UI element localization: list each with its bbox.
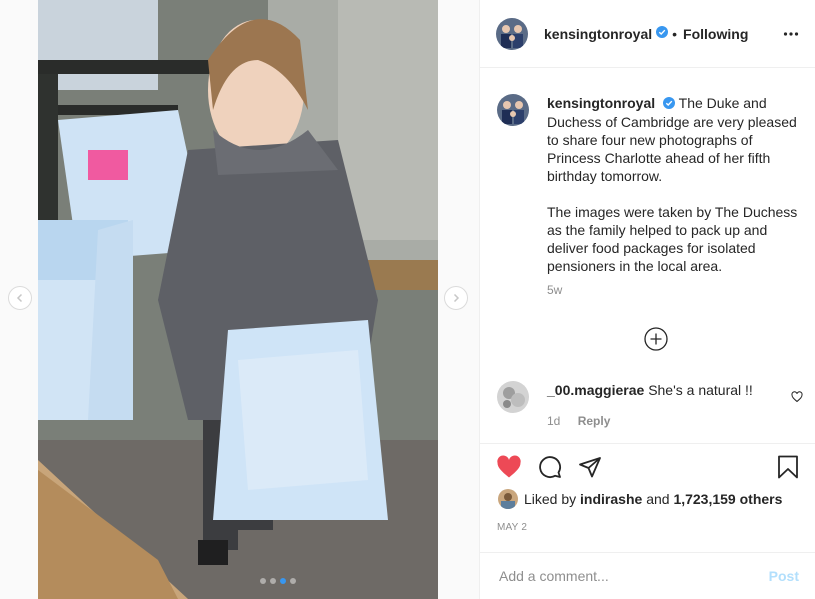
carousel-indicator — [260, 578, 296, 584]
share-icon — [579, 457, 601, 478]
caption-paragraph: The images were taken by The Duchess as … — [547, 204, 798, 275]
comment-timestamp[interactable]: 1d — [547, 414, 560, 428]
load-more-comments-button[interactable] — [644, 327, 668, 356]
carousel-dot-active — [280, 578, 286, 584]
profile-photo — [496, 17, 528, 50]
carousel-dot — [270, 578, 276, 584]
carousel-dot — [290, 578, 296, 584]
comment-meta: 1d Reply — [547, 412, 753, 430]
profile-photo — [497, 381, 529, 413]
avatar[interactable] — [496, 17, 528, 50]
likes-conjunction: and — [646, 491, 670, 507]
carousel-next-button[interactable] — [444, 286, 468, 310]
reply-button[interactable]: Reply — [578, 414, 611, 428]
section-divider — [480, 443, 815, 444]
caption-text: kensingtonroyal The Duke and Duchess of … — [547, 94, 801, 299]
post-actions — [496, 455, 602, 484]
comment-button[interactable] — [538, 455, 562, 484]
heart-outline-icon — [791, 391, 803, 403]
post-details-panel: kensingtonroyal • Following kensingtonro… — [479, 0, 815, 599]
post-caption: kensingtonroyal The Duke and Duchess of … — [497, 94, 802, 299]
comment-body: _00.maggierae She's a natural !! 1d Repl… — [547, 381, 753, 430]
save-button[interactable] — [777, 455, 799, 484]
share-button[interactable] — [578, 455, 602, 484]
comment-input[interactable] — [497, 567, 741, 585]
more-options-button[interactable] — [783, 26, 799, 47]
following-button[interactable]: Following — [683, 26, 748, 42]
liker-username[interactable]: indirashe — [580, 491, 642, 507]
verified-badge-icon — [656, 25, 669, 43]
add-circle-icon — [644, 327, 668, 351]
like-button[interactable] — [496, 455, 522, 484]
post-header: kensingtonroyal • Following — [480, 0, 815, 68]
likes-prefix: Liked by — [524, 491, 577, 507]
caption-avatar[interactable] — [497, 94, 529, 126]
post-comment-button[interactable]: Post — [769, 568, 799, 584]
follow-separator: • — [672, 25, 678, 42]
post-username[interactable]: kensingtonroyal — [544, 26, 652, 42]
post-photo[interactable] — [38, 0, 438, 599]
carousel-dot — [260, 578, 266, 584]
heart-filled-icon — [497, 455, 521, 478]
profile-photo — [497, 94, 529, 126]
caption-username[interactable]: kensingtonroyal — [547, 95, 655, 111]
post-photo-illustration — [38, 0, 438, 599]
comment-icon — [539, 456, 561, 478]
likes-summary: Liked by indirashe and 1,723,159 others — [498, 489, 782, 509]
more-options-icon — [783, 32, 799, 36]
caption-timestamp[interactable]: 5w — [547, 281, 801, 299]
post-date[interactable]: MAY 2 — [497, 522, 527, 533]
chevron-left-icon — [16, 293, 23, 303]
like-comment-button[interactable] — [791, 390, 803, 408]
chevron-right-icon — [453, 293, 460, 303]
profile-photo — [498, 489, 518, 509]
comment-username[interactable]: _00.maggierae — [547, 382, 644, 398]
comment-text: She's a natural !! — [648, 382, 753, 398]
verified-badge-icon — [663, 95, 676, 113]
bookmark-icon — [778, 455, 798, 479]
add-comment-bar: Post — [480, 552, 815, 599]
comment-item: _00.maggierae She's a natural !! 1d Repl… — [497, 381, 802, 430]
liker-avatar[interactable] — [498, 489, 518, 509]
likes-count[interactable]: 1,723,159 others — [673, 491, 782, 507]
comment-avatar[interactable] — [497, 381, 529, 413]
carousel-prev-button[interactable] — [8, 286, 32, 310]
